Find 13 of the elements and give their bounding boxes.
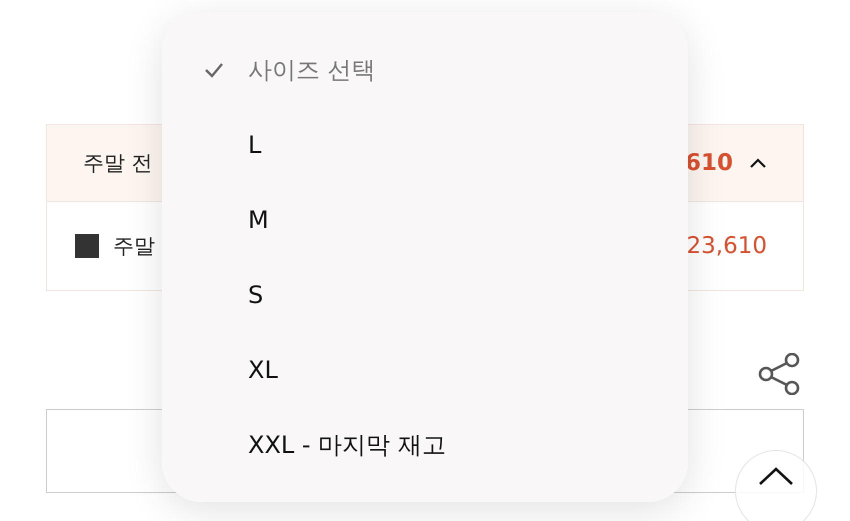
- caret-icon[interactable]: [749, 157, 767, 169]
- option-label: 주말: [113, 233, 155, 260]
- chevron-up-icon: [758, 466, 794, 486]
- check-icon: [204, 62, 224, 78]
- option-price: 23,610: [686, 233, 767, 259]
- size-option[interactable]: S: [162, 257, 688, 332]
- color-swatch: [75, 234, 99, 258]
- size-option[interactable]: XXL - 마지막 재고: [162, 407, 688, 482]
- size-option[interactable]: M: [162, 182, 688, 257]
- size-option[interactable]: XL: [162, 332, 688, 407]
- size-option[interactable]: 사이즈 선택: [162, 32, 688, 107]
- summary-label: 주말 전: [83, 150, 153, 177]
- share-icon[interactable]: [758, 353, 800, 395]
